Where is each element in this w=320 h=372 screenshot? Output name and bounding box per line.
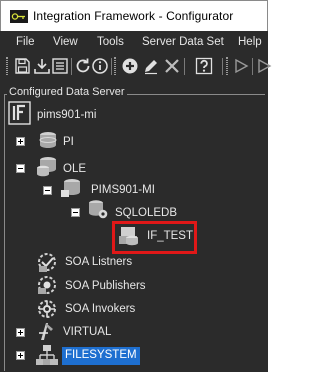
delete-icon[interactable] <box>163 57 181 75</box>
run-icon[interactable] <box>255 57 273 75</box>
tree-panel-title: Configured Data Server <box>7 86 127 98</box>
tree-node-sqloledb[interactable]: SQLOLEDB <box>115 207 177 219</box>
toolbar-grip[interactable] <box>226 57 228 75</box>
toolbar-separator <box>111 58 112 75</box>
expand-toggle-virtual[interactable] <box>16 328 25 337</box>
database-icon <box>39 132 57 148</box>
collapse-toggle-ole[interactable] <box>16 164 25 173</box>
export-icon[interactable] <box>33 57 51 75</box>
tree-node-filesystem[interactable]: FILESYSTEM <box>62 347 140 365</box>
toolbar-separator <box>252 58 253 75</box>
run-icon[interactable] <box>232 57 250 75</box>
toolbar-grip[interactable] <box>114 57 116 75</box>
toolbar-grip[interactable] <box>6 57 8 75</box>
title-bar: Integration Framework - Configurator <box>0 0 268 31</box>
server-root-icon <box>8 101 31 125</box>
window-title: Integration Framework - Configurator <box>33 9 234 23</box>
database-cluster-icon <box>37 157 56 177</box>
app-icon <box>10 10 28 23</box>
virtual-icon <box>39 323 53 340</box>
menu-help[interactable]: Help <box>238 36 262 48</box>
tree-node-pi[interactable]: PI <box>63 136 74 148</box>
list-icon[interactable] <box>51 57 69 75</box>
filesystem-icon <box>36 345 58 365</box>
database-settings-icon <box>89 200 108 219</box>
toolbar-separator <box>222 58 223 75</box>
menu-server-data-set[interactable]: Server Data Set <box>142 36 224 48</box>
collapse-toggle-sqloledb[interactable] <box>71 208 80 217</box>
toolbar-separator <box>71 58 72 75</box>
tree-node-soa-invokers[interactable]: SOA Invokers <box>65 303 135 315</box>
menu-bar: File View Tools Server Data Set Help <box>0 31 268 53</box>
soa-invoker-icon <box>38 300 56 318</box>
soa-publisher-icon <box>38 276 56 294</box>
toolbar <box>0 53 272 80</box>
save-icon[interactable] <box>13 57 31 75</box>
menu-tools[interactable]: Tools <box>97 36 124 48</box>
toolbar-separator <box>184 58 185 75</box>
collapse-toggle-pims[interactable] <box>43 186 52 195</box>
expand-toggle-filesystem[interactable] <box>16 351 25 360</box>
help-icon[interactable] <box>195 57 213 75</box>
tree-node-soa-publishers[interactable]: SOA Publishers <box>65 280 146 292</box>
tree-node-if-test[interactable]: IF_TEST <box>147 230 193 242</box>
add-icon[interactable] <box>121 57 139 75</box>
info-icon[interactable] <box>91 57 109 75</box>
expand-toggle-pi[interactable] <box>16 137 25 146</box>
tree-node-soa-listners[interactable]: SOA Listners <box>65 256 132 268</box>
database-server-icon <box>61 179 80 197</box>
tree-node-pims901-mi[interactable]: PIMS901-MI <box>91 184 155 196</box>
soa-listener-icon <box>38 253 56 272</box>
tree-node-virtual[interactable]: VIRTUAL <box>63 326 111 338</box>
menu-file[interactable]: File <box>16 36 35 48</box>
tree-node-root[interactable]: pims901-mi <box>37 109 96 121</box>
refresh-icon[interactable] <box>74 57 92 75</box>
tree-node-ole[interactable]: OLE <box>63 163 86 175</box>
menu-view[interactable]: View <box>53 36 78 48</box>
edit-icon[interactable] <box>142 57 160 75</box>
dataset-icon <box>119 227 138 246</box>
